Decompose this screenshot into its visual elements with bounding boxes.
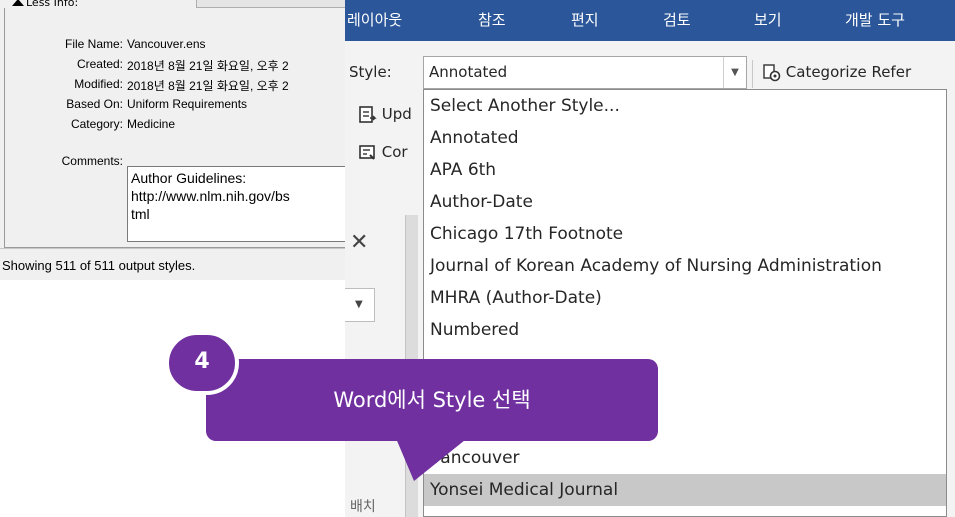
tab-developer[interactable]: 개발 도구 <box>845 0 905 41</box>
less-info-toggle[interactable]: Less Info: <box>12 0 78 8</box>
chevron-down-icon[interactable]: ▼ <box>723 57 746 88</box>
convert-citations-icon <box>359 144 375 160</box>
comments-label: Comments: <box>61 154 123 168</box>
pane-dropdown[interactable]: ▼ <box>345 288 375 322</box>
style-option-selected[interactable]: Yonsei Medical Journal <box>424 474 946 506</box>
style-option[interactable]: Chicago 17th Footnote <box>424 218 946 250</box>
field-value: 2018년 8월 21일 화요일, 오후 2 <box>127 79 289 93</box>
convert-citations-button[interactable]: Cor <box>359 138 408 166</box>
field-label: File Name: <box>64 37 123 51</box>
update-label: Upd <box>381 105 412 123</box>
info-row-modified: Modified: 2018년 8월 21일 화요일, 오후 2 <box>0 77 345 96</box>
update-citations-icon <box>359 105 377 123</box>
comments-line: Author Guidelines: <box>131 170 247 186</box>
chevron-down-icon: ▼ <box>355 299 363 310</box>
ribbon-tab-bar: 레이아웃 참조 편지 검토 보기 개발 도구 <box>345 0 955 41</box>
field-value: Vancouver.ens <box>127 37 206 51</box>
field-value: Uniform Requirements <box>127 97 248 111</box>
edit-style-button[interactable] <box>196 0 346 8</box>
field-label: Category: <box>70 117 123 131</box>
field-value: Medicine <box>127 117 176 131</box>
field-label: Modified: <box>74 77 123 91</box>
style-option[interactable]: Author-Date <box>424 186 946 218</box>
tab-view[interactable]: 보기 <box>754 0 782 41</box>
close-icon[interactable]: ✕ <box>350 232 368 254</box>
triangle-up-icon <box>12 0 24 6</box>
style-option[interactable]: Numbered <box>424 314 946 346</box>
style-combobox[interactable]: Annotated ▼ <box>423 56 747 89</box>
ribbon-separator <box>752 60 753 88</box>
style-combobox-value: Annotated <box>429 63 508 81</box>
tab-mailings[interactable]: 편지 <box>571 0 599 41</box>
info-row-based-on: Based On: Uniform Requirements <box>0 97 345 116</box>
field-label: Based On: <box>66 97 123 111</box>
field-value: 2018년 8월 21일 화요일, 오후 2 <box>127 59 289 73</box>
style-dropdown-list: Select Another Style... Annotated APA 6t… <box>423 89 947 517</box>
tab-references[interactable]: 참조 <box>478 0 506 41</box>
info-row-file-name: File Name: Vancouver.ens <box>0 37 345 56</box>
style-option-select-another[interactable]: Select Another Style... <box>424 90 946 122</box>
info-row-created: Created: 2018년 8월 21일 화요일, 오후 2 <box>0 57 345 76</box>
style-option[interactable]: Journal of Korean Academy of Nursing Adm… <box>424 250 946 282</box>
step-number: 4 <box>194 349 210 374</box>
field-label: Created: <box>76 57 123 71</box>
pane-label: 배치 <box>350 499 376 515</box>
callout-text: Word에서 Style 선택 <box>333 388 531 412</box>
status-text: Showing 511 of 511 output styles. <box>2 258 196 273</box>
style-label: Style: <box>349 63 392 81</box>
info-row-category: Category: Medicine <box>0 117 345 136</box>
convert-label: Cor <box>381 143 408 161</box>
tab-review[interactable]: 검토 <box>663 0 691 41</box>
style-option[interactable]: Vancouver <box>424 442 946 474</box>
style-option[interactable]: MHRA (Author-Date) <box>424 282 946 314</box>
comments-line: tml <box>131 206 150 222</box>
tab-layout[interactable]: 레이아웃 <box>347 0 402 41</box>
update-citations-button[interactable]: Upd <box>359 100 412 128</box>
categorize-label: Categorize Refer <box>785 63 912 81</box>
comments-textbox[interactable]: Author Guidelines: http://www.nlm.nih.go… <box>127 166 347 242</box>
comments-line: http://www.nlm.nih.gov/bs <box>131 188 290 204</box>
status-bar: Showing 511 of 511 output styles. <box>0 248 345 280</box>
style-option[interactable]: APA 6th <box>424 154 946 186</box>
categorize-gear-icon <box>763 63 781 81</box>
endnote-style-info-panel: Less Info: File Name: Vancouver.ens Crea… <box>0 0 388 280</box>
style-option[interactable]: Annotated <box>424 122 946 154</box>
categorize-references-button[interactable]: Categorize Refer <box>763 56 911 89</box>
